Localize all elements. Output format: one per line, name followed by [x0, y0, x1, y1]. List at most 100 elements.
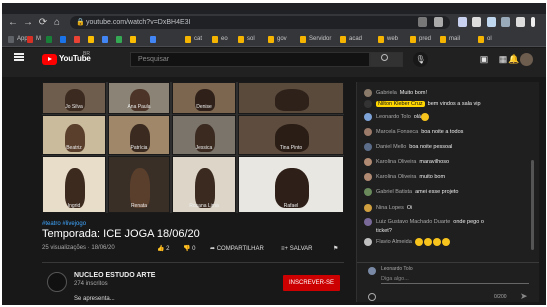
chat-author-avatar [364, 112, 372, 121]
chat-message[interactable]: Gabriel Batista amei esse projeto [364, 187, 534, 198]
bookmark-item[interactable]: cat [185, 35, 202, 44]
chat-message[interactable]: Marcela Fonseca boa noite a todos [364, 127, 534, 138]
send-icon[interactable]: ➤ [520, 291, 528, 302]
bookmark-item[interactable] [130, 35, 139, 44]
reload-icon[interactable]: ⟳ [37, 14, 49, 31]
chat-author-name[interactable]: Marcela Fonseca [376, 129, 418, 135]
channel-name[interactable]: NUCLEO ESTUDO ARTE [74, 272, 155, 279]
channel-description: Se apresenta... [74, 296, 115, 302]
chat-author-name[interactable]: Gabriela [376, 90, 397, 96]
bookmark-item[interactable] [102, 35, 111, 44]
chat-author-avatar [364, 237, 372, 246]
bookmark-item[interactable]: mail [440, 35, 460, 44]
chat-author-name[interactable]: Nina Lopes [376, 205, 404, 211]
chat-message[interactable]: Daniel Mello boa noite pessoal [364, 142, 534, 153]
chat-author-name[interactable]: Karolina Oliveira [376, 174, 416, 180]
zoom-icon[interactable] [418, 17, 427, 27]
youtube-logo-icon[interactable] [42, 54, 57, 65]
chat-message-input[interactable]: Diga algo... [381, 276, 529, 284]
bookmark-item[interactable]: ol [478, 35, 492, 44]
browser-tab-strip [2, 3, 546, 14]
chat-message[interactable]: Flavio Almeida [364, 237, 534, 248]
create-video-icon[interactable]: ▣ [478, 53, 490, 65]
bookmark-item[interactable]: M [27, 35, 41, 44]
chat-message[interactable]: Gabriela Muito bom! [364, 88, 534, 99]
menu-dots-icon[interactable] [531, 17, 535, 27]
subscribe-button[interactable]: INSCREVER-SE [283, 275, 340, 291]
mic-icon[interactable]: 🎙 [413, 52, 428, 67]
bookmark-item[interactable]: Servidor [300, 35, 331, 44]
bookmark-item[interactable] [46, 35, 55, 44]
star-icon[interactable] [434, 17, 443, 27]
participant-name: Beatriz [66, 145, 82, 151]
extension-icon[interactable] [516, 17, 525, 27]
bookmark-item[interactable] [60, 35, 69, 44]
forward-icon[interactable]: → [22, 14, 34, 31]
bookmark-item[interactable]: gov [268, 35, 287, 44]
participant-name: Denise [196, 104, 212, 110]
share-icon: ➦ [210, 246, 216, 252]
participant-name: Jo Silva [65, 104, 83, 110]
chat-message[interactable]: Karolina Oliveira maravilhoso [364, 157, 534, 168]
chat-author-avatar [364, 217, 372, 226]
home-icon[interactable]: ⌂ [51, 14, 63, 31]
channel-subscribers: 274 inscritos [74, 281, 108, 287]
participant-video-tile: Patrícia [108, 115, 170, 155]
bookmark-item[interactable] [88, 35, 97, 44]
back-icon[interactable]: ← [7, 14, 19, 31]
notifications-bell-icon[interactable]: 🔔 [508, 53, 520, 65]
chat-author-name[interactable]: Daniel Mello [376, 144, 406, 150]
bookmark-item[interactable] [74, 35, 83, 44]
extension-icon[interactable] [501, 17, 510, 27]
bookmark-item[interactable]: pred [410, 35, 431, 44]
smile-emoji-icon [432, 237, 441, 246]
dislike-button[interactable]: 👎 0 [183, 244, 196, 254]
participant-video-tile: Rosana Lima [172, 156, 236, 213]
chat-author-name[interactable]: Leonardo Tolo [376, 114, 411, 120]
chat-author-name[interactable]: Luiz Gustavo Machado Duarte [376, 219, 450, 225]
bookmark-item[interactable]: sol [238, 35, 255, 44]
bookmark-item[interactable]: web [378, 35, 398, 44]
participant-figure [65, 168, 85, 208]
video-hashtags[interactable]: #teatro #livejogo [42, 221, 86, 227]
bookmark-item[interactable] [116, 35, 125, 44]
share-label: COMPARTILHAR [216, 246, 264, 252]
flag-icon[interactable]: ⚑ [333, 244, 338, 254]
participant-video-tile: Denise [172, 82, 236, 114]
chat-author-name[interactable]: Gabriel Batista [376, 189, 412, 195]
channel-avatar[interactable] [47, 272, 67, 292]
extension-icon[interactable] [472, 17, 481, 27]
bookmark-item[interactable] [150, 35, 159, 44]
participant-name: Ana Paula [127, 104, 151, 110]
chat-message-text: Muito bom! [399, 90, 428, 96]
chat-author-avatar [364, 203, 372, 212]
chat-message[interactable]: Leonardo Tolo olá [364, 112, 534, 123]
avatar[interactable] [520, 53, 533, 66]
like-button[interactable]: 👍 2 [157, 244, 170, 254]
save-button[interactable]: ≡+ SALVAR [281, 244, 312, 254]
chat-scrollbar[interactable] [531, 160, 534, 250]
chat-message[interactable]: Nilton Kleber Cruz bem vindos a sala vip [364, 99, 534, 110]
extension-icon[interactable] [487, 17, 496, 27]
chat-author-name[interactable]: Nilton Kleber Cruz [376, 101, 425, 107]
participant-video-tile: Ingrid [42, 156, 106, 213]
emoji-picker-icon[interactable] [368, 293, 376, 301]
bookmark-item[interactable]: eo [212, 35, 228, 44]
bookmark-item[interactable]: acad [340, 35, 362, 44]
share-button[interactable]: ➦ COMPARTILHAR [210, 244, 264, 254]
chat-message-text: muito bom [419, 174, 446, 180]
extension-icon[interactable] [458, 17, 467, 27]
chat-message[interactable]: Nina Lopes Oi [364, 203, 534, 214]
address-text: youtube.com/watch?v=DxBH4E3I [86, 19, 191, 26]
chat-author-name[interactable]: Flavio Almeida [376, 239, 412, 245]
save-label: SALVAR [289, 246, 313, 252]
chat-author-name[interactable]: Karolina Oliveira [376, 159, 416, 165]
participant-video-tile: Jo Silva [42, 82, 106, 114]
chat-author-avatar [364, 127, 372, 136]
menu-icon[interactable] [14, 53, 24, 61]
participant-figure [275, 168, 309, 208]
playlist-add-icon: ≡+ [281, 246, 289, 252]
participant-name: Ingrid [67, 203, 81, 209]
video-player[interactable]: Jo Silva Ana Paula Denise Patrícia Jessica Ti… [42, 82, 344, 213]
chat-message[interactable]: Karolina Oliveira muito bom [364, 172, 534, 183]
